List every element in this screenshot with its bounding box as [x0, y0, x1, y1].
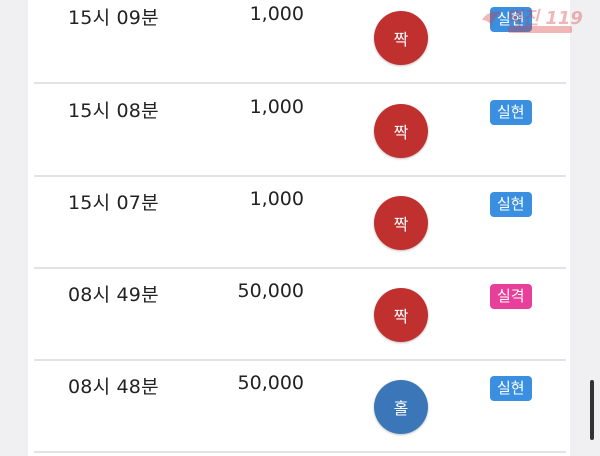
logo-wing-icon	[482, 11, 502, 26]
bet-amount: 50,000	[237, 372, 304, 394]
bet-time: 08시 49분	[68, 284, 159, 306]
bet-amount: 1,000	[249, 96, 304, 118]
status-badge: 실현	[490, 192, 532, 217]
bet-amount: 1,000	[249, 3, 304, 25]
list-item[interactable]: 15시 07분 1,000 짝 실현	[34, 176, 566, 269]
list-item[interactable]: 08시 49분 50,000 짝 실격	[34, 268, 566, 361]
list-item[interactable]: 08시 48분 50,000 홀 실현	[34, 360, 566, 453]
list-item[interactable]: 15시 08분 1,000 짝 실현	[34, 84, 566, 177]
scrollbar[interactable]	[590, 380, 594, 440]
result-ball-even: 짝	[374, 288, 428, 342]
result-ball-odd: 홀	[374, 380, 428, 434]
bet-time: 15시 09분	[68, 7, 159, 29]
result-ball-even: 짝	[374, 104, 428, 158]
result-ball-even: 짝	[374, 11, 428, 65]
result-ball-even: 짝	[374, 196, 428, 250]
bet-time: 08시 48분	[68, 376, 159, 398]
bet-time: 15시 08분	[68, 100, 159, 122]
bet-time: 15시 07분	[68, 192, 159, 214]
logo-underline	[508, 26, 572, 33]
status-badge: 실현	[490, 376, 532, 401]
bet-amount: 1,000	[249, 188, 304, 210]
status-badge: 실현	[490, 100, 532, 125]
status-badge: 실격	[490, 284, 532, 309]
watermark-logo: 먹진 119	[480, 4, 595, 36]
bet-history-card: 15시 09분 1,000 짝 실현 15시 08분 1,000 짝 실현 15…	[28, 0, 570, 456]
bet-amount: 50,000	[237, 280, 304, 302]
